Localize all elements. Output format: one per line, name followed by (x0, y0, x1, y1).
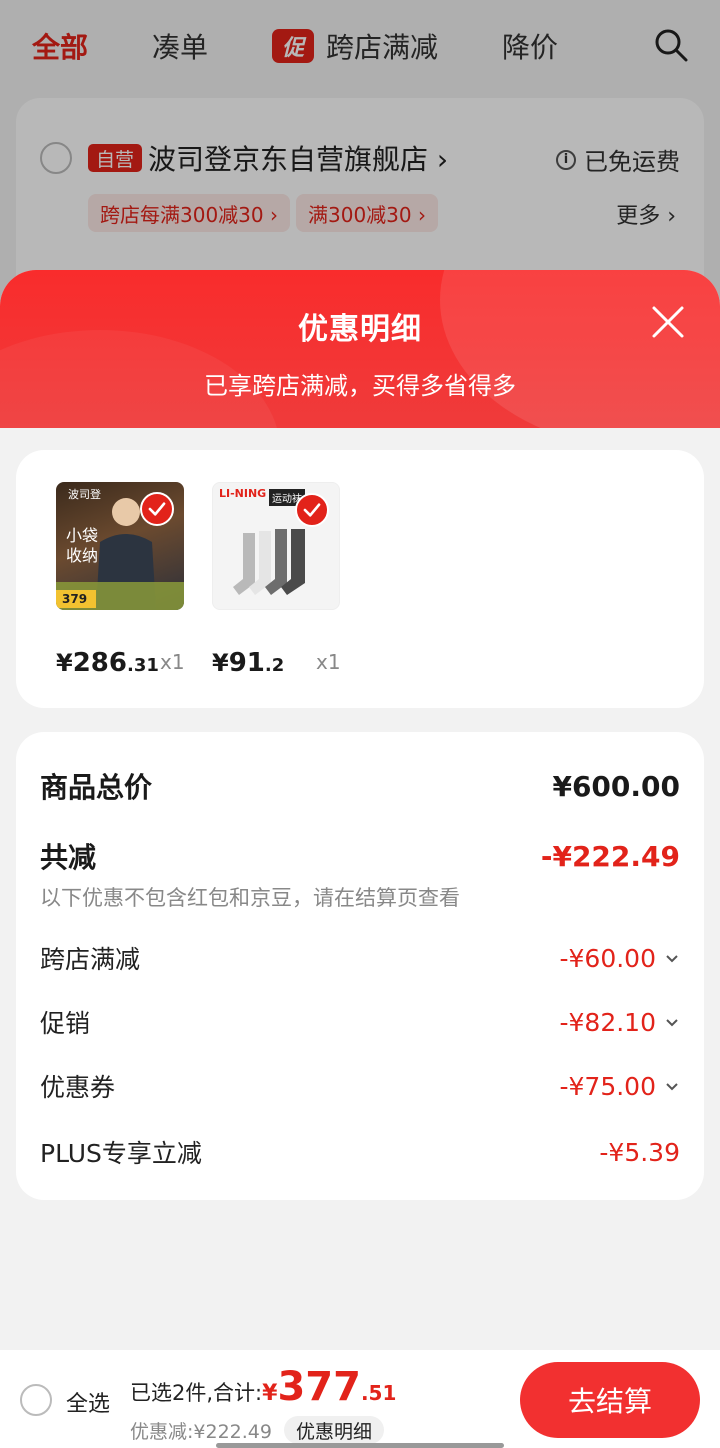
price-integer: 286 (72, 648, 127, 678)
checked-icon (295, 493, 329, 527)
product-price: ¥ 91 .2 (212, 648, 284, 678)
total-price-label: 商品总价 (40, 771, 153, 804)
select-all-label[interactable]: 全选 (66, 1386, 110, 1418)
discount-amount: -¥82.10 (559, 1007, 657, 1037)
discount-row-promotion[interactable]: 促销 -¥82.10 (40, 1004, 680, 1040)
discount-label: 优惠券 (40, 1073, 116, 1102)
total-integer: 377 (277, 1364, 361, 1410)
price-currency: ¥ (56, 649, 73, 677)
discount-value: -¥5.39 (599, 1138, 680, 1167)
sheet-title: 优惠明细 (298, 312, 422, 347)
price-summary-card: 商品总价 ¥600.00 共减 -¥222.49 以下优惠不包含红包和京豆，请在… (16, 732, 704, 1200)
discount-value: -¥75.00 (560, 1072, 681, 1101)
discount-row-plus: PLUS专享立减 -¥5.39 (40, 1134, 680, 1170)
thumb-brand: LI-NING (219, 487, 267, 500)
total-discount-label: 共减 (40, 841, 97, 874)
home-indicator[interactable] (216, 1443, 504, 1448)
total-decimal: .51 (360, 1381, 397, 1405)
total-currency: ¥ (262, 1381, 278, 1406)
thumb-price: 379 (62, 592, 88, 606)
select-all-radio[interactable] (20, 1384, 52, 1416)
discount-detail-button[interactable]: 优惠明细 (283, 1416, 384, 1444)
chevron-down-icon (666, 1019, 678, 1027)
product-item[interactable]: 波司登 小袋 收纳 379 (56, 482, 186, 610)
chevron-down-icon (666, 1083, 678, 1091)
total-discount-row: 共减 -¥222.49 (40, 836, 680, 876)
checked-icon (140, 492, 174, 526)
total-price-row: 商品总价 ¥600.00 (40, 766, 680, 806)
price-decimal: .31 (126, 655, 159, 676)
checkout-bar: 全选 已选2件,合计: ¥ 377 .51 优惠减:¥222.49 优惠明细 去… (0, 1350, 720, 1448)
discount-value: -¥82.10 (560, 1008, 681, 1037)
discount-note: 以下优惠不包含红包和京豆，请在结算页查看 (40, 886, 460, 910)
product-item[interactable]: LI-NING 运动袜 (212, 482, 342, 610)
discount-row-coupon[interactable]: 优惠券 -¥75.00 (40, 1068, 680, 1104)
price-integer: 91 (228, 648, 265, 678)
discount-label: 促销 (40, 1009, 91, 1038)
selected-products-card: 波司登 小袋 收纳 379 LI-NING 运动袜 ¥ 286 .31 x1 ¥… (16, 450, 704, 708)
discount-row-cross-store[interactable]: 跨店满减 -¥60.00 (40, 940, 680, 976)
saved-amount: 优惠减:¥222.49 (130, 1420, 272, 1443)
checkout-button[interactable]: 去结算 (520, 1362, 700, 1438)
product-price: ¥ 286 .31 (56, 648, 159, 678)
product-image-socks: LI-NING 运动袜 (212, 482, 340, 610)
thumb-caption-2: 收纳 (66, 546, 99, 565)
thumb-brand: 波司登 (68, 488, 101, 501)
discount-detail-sheet: 优惠明细 已享跨店满减，买得多省得多 波司登 小袋 收纳 379 LI-NING… (0, 270, 720, 1448)
discount-amount: -¥5.39 (599, 1137, 680, 1167)
discount-label: PLUS专享立减 (40, 1139, 202, 1168)
selected-total-label: 已选2件,合计: (130, 1381, 263, 1405)
saved-line: 优惠减:¥222.49 优惠明细 (130, 1416, 384, 1444)
product-quantity: x1 (160, 650, 185, 674)
discount-value: -¥60.00 (560, 944, 681, 973)
total-line: 已选2件,合计: ¥ 377 .51 (130, 1364, 396, 1410)
discount-label: 跨店满减 (40, 945, 141, 974)
sheet-subtitle: 已享跨店满减，买得多省得多 (204, 372, 516, 400)
total-discount-value: -¥222.49 (540, 839, 680, 873)
chevron-down-icon (666, 955, 678, 963)
product-quantity: x1 (316, 650, 341, 674)
price-decimal: .2 (264, 655, 285, 676)
sheet-header: 优惠明细 已享跨店满减，买得多省得多 (0, 270, 720, 428)
price-currency: ¥ (212, 649, 229, 677)
close-icon[interactable] (648, 302, 688, 342)
product-image-jacket: 波司登 小袋 收纳 379 (56, 482, 184, 610)
discount-amount: -¥75.00 (559, 1071, 657, 1101)
discount-amount: -¥60.00 (559, 943, 657, 973)
total-price-value: ¥600.00 (552, 769, 680, 803)
